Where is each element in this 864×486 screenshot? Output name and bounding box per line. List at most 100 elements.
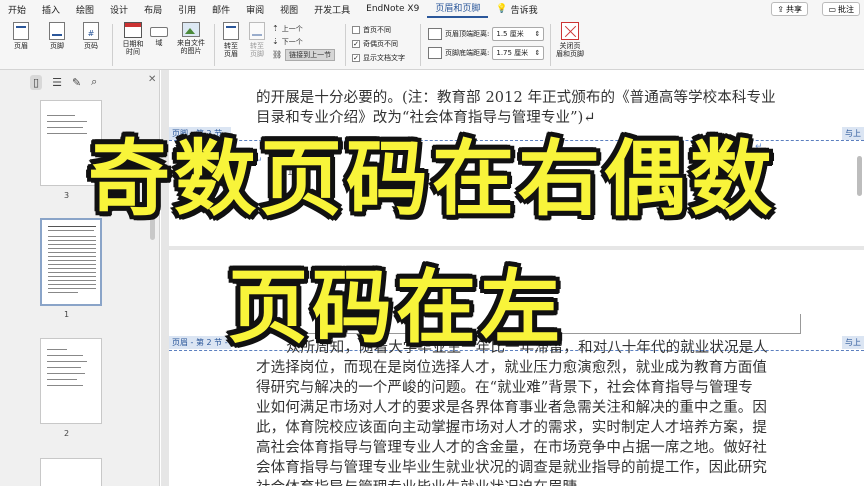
tab-endnote[interactable]: EndNote X9 <box>358 4 427 14</box>
overlay-caption-line-2: 页码在左 <box>228 261 564 354</box>
link-to-previous-label: 链接到上一节 <box>285 48 336 61</box>
body-line[interactable]: 才选择岗位，而现在是岗位选择人才，就业压力愈演愈烈，就业成为教育方面值 <box>256 358 767 379</box>
comment-label: 批注 <box>838 4 854 14</box>
tab-layout[interactable]: 布局 <box>136 3 170 16</box>
picture-label-2: 的图片 <box>180 47 202 55</box>
different-odd-even-checkbox[interactable]: ✓ <box>352 40 360 48</box>
tab-references[interactable]: 引用 <box>170 3 204 16</box>
tab-home[interactable]: 开始 <box>0 3 34 16</box>
page-number-icon <box>83 22 99 40</box>
tab-view[interactable]: 视图 <box>272 3 306 16</box>
share-button[interactable]: ⇪ 共享 <box>771 2 808 16</box>
different-first-page-option[interactable]: 首页不同 <box>352 23 405 37</box>
picture-from-file-button[interactable]: 来自文件 的图片 <box>174 22 208 55</box>
go-to-footer-label-1: 转至 <box>250 42 264 50</box>
tab-mailings[interactable]: 邮件 <box>204 3 238 16</box>
show-document-text-label: 显示文档文字 <box>363 54 405 62</box>
arrow-up-icon: ⇡ <box>272 23 279 33</box>
show-document-text-checkbox[interactable]: ✓ <box>352 54 360 62</box>
different-first-page-checkbox[interactable] <box>352 26 360 34</box>
field-label: 域 <box>155 39 163 47</box>
header-icon <box>13 22 29 40</box>
go-to-header-icon <box>223 22 239 40</box>
body-line[interactable]: 得研究与解决的一个严峻的问题。在“就业难”背景下，社会体育指导与管理专 <box>256 378 753 399</box>
body-line[interactable]: 社会体育指导与管理专业毕业生就业状况迫在眉睫。 <box>256 478 592 486</box>
footer-from-bottom-value: 1.75 厘米 <box>496 48 529 57</box>
close-label-1: 关闭页 <box>559 42 581 50</box>
date-time-label-1: 日期和 <box>122 40 144 48</box>
ribbon-divider <box>420 24 421 66</box>
show-document-text-option[interactable]: ✓ 显示文档文字 <box>352 51 405 65</box>
page-number-button[interactable]: 页码 <box>78 22 104 50</box>
go-to-footer-label-2: 页脚 <box>250 50 264 58</box>
header-from-top-value: 1.5 厘米 <box>496 29 524 38</box>
tab-draw[interactable]: 绘图 <box>68 3 102 16</box>
header-button-label: 页眉 <box>14 42 28 50</box>
page-thumbnail-label: 2 <box>64 429 70 438</box>
body-line[interactable]: 会体育指导与管理专业毕业生就业状况的调查是就业指导的前提工作，因此研究 <box>256 458 767 479</box>
ribbon-tabs: 开始 插入 绘图 设计 布局 引用 邮件 审阅 视图 开发工具 EndNote … <box>0 0 864 18</box>
header-same-as-previous-label: 与上 <box>842 336 864 349</box>
close-icon <box>561 22 579 40</box>
edit-icon[interactable]: ✎ <box>72 76 81 89</box>
comment-icon: ▭ <box>828 4 836 14</box>
footer-from-bottom-row: 页脚底端距离: 1.75 厘米 ⇕ <box>428 43 545 62</box>
header-button[interactable]: 页眉 <box>8 22 34 50</box>
next-button[interactable]: ⇣ 下一个 <box>272 35 335 48</box>
page-thumbnail[interactable] <box>40 458 102 486</box>
go-to-footer-icon <box>249 22 265 40</box>
tab-design[interactable]: 设计 <box>102 3 136 16</box>
footer-from-bottom-spinner[interactable]: 1.75 厘米 ⇕ <box>492 45 545 60</box>
body-line[interactable]: 此，体育院校应该面向主动掌握市场对人才的需求，实时制定人才培养方案，提 <box>256 418 767 439</box>
close-pane-icon[interactable]: ✕ <box>148 74 156 85</box>
previous-button[interactable]: ⇡ 上一个 <box>272 22 335 35</box>
picture-label-1: 来自文件 <box>177 39 205 47</box>
footer-from-bottom-label: 页脚底端距离: <box>445 48 490 57</box>
different-odd-even-option[interactable]: ✓ 奇偶页不同 <box>352 37 405 51</box>
options-group: 首页不同 ✓ 奇偶页不同 ✓ 显示文档文字 <box>352 23 405 65</box>
header-from-top-label: 页眉顶端距离: <box>445 29 490 38</box>
footer-icon <box>49 22 65 40</box>
close-header-footer-button[interactable]: 关闭页 眉和页脚 <box>556 22 584 58</box>
close-label-2: 眉和页脚 <box>556 50 584 58</box>
tab-insert[interactable]: 插入 <box>34 3 68 16</box>
tell-me[interactable]: 💡 告诉我 <box>488 3 545 16</box>
comments-button[interactable]: ▭ 批注 <box>822 2 860 16</box>
go-to-footer-button[interactable]: 转至 页脚 <box>246 22 268 58</box>
thumbnails-icon[interactable]: ▯ <box>30 74 43 90</box>
body-line[interactable]: 业如何满足市场对人才的要求是各界体育事业者急需关注和解决的重中之重。因 <box>256 398 767 419</box>
ribbon-header-footer: 页眉 页脚 页码 日期和 时间 域 来自文件 的图片 转至 页眉 <box>0 18 864 70</box>
ribbon-divider <box>112 24 113 66</box>
picture-icon <box>182 22 200 37</box>
outline-icon[interactable]: ☰ <box>52 76 62 89</box>
ribbon-divider <box>345 24 346 66</box>
search-icon[interactable]: ⌕ <box>91 75 97 89</box>
go-to-header-button[interactable]: 转至 页眉 <box>220 22 242 58</box>
header-from-top-row: 页眉顶端距离: 1.5 厘米 ⇕ <box>428 24 545 43</box>
tell-me-label: 告诉我 <box>510 5 538 16</box>
spinner-arrows-icon: ⇕ <box>534 48 541 57</box>
date-time-label-2: 时间 <box>126 48 140 56</box>
share-label: 共享 <box>786 4 802 14</box>
link-to-previous-button[interactable]: ⛓ 链接到上一节 <box>272 48 336 61</box>
header-from-top-spinner[interactable]: 1.5 厘米 ⇕ <box>492 26 545 41</box>
previous-label: 上一个 <box>281 24 303 33</box>
body-line[interactable]: 目录和专业介绍》改为“社会体育指导与管理专业”)↵ <box>256 108 596 129</box>
header-position-icon <box>428 27 442 40</box>
tab-developer[interactable]: 开发工具 <box>306 3 358 16</box>
lightbulb-icon: 💡 <box>496 4 508 14</box>
field-button[interactable]: 域 <box>148 22 170 47</box>
different-first-page-label: 首页不同 <box>363 26 391 34</box>
field-icon <box>150 27 168 37</box>
position-group: 页眉顶端距离: 1.5 厘米 ⇕ 页脚底端距离: 1.75 厘米 ⇕ <box>428 24 545 62</box>
next-label: 下一个 <box>281 37 303 46</box>
body-line[interactable]: 高社会体育指导与管理专业人才的含金量，在市场竞争中占据一席之地。做好社 <box>256 438 767 459</box>
body-line[interactable]: 的开展是十分必要的。(注：教育部 2012 年正式颁布的《普通高等学校本科专业 <box>256 88 776 109</box>
tab-review[interactable]: 审阅 <box>238 3 272 16</box>
navigation-pane-tabs: ▯ ☰ ✎ ⌕ <box>0 70 160 94</box>
footer-button-label: 页脚 <box>50 42 64 50</box>
overlay-caption-line-1: 奇数页码在右偶数 <box>87 132 776 227</box>
date-time-button[interactable]: 日期和 时间 <box>118 22 148 56</box>
footer-button[interactable]: 页脚 <box>44 22 70 50</box>
tab-header-footer[interactable]: 页眉和页脚 <box>427 0 489 18</box>
